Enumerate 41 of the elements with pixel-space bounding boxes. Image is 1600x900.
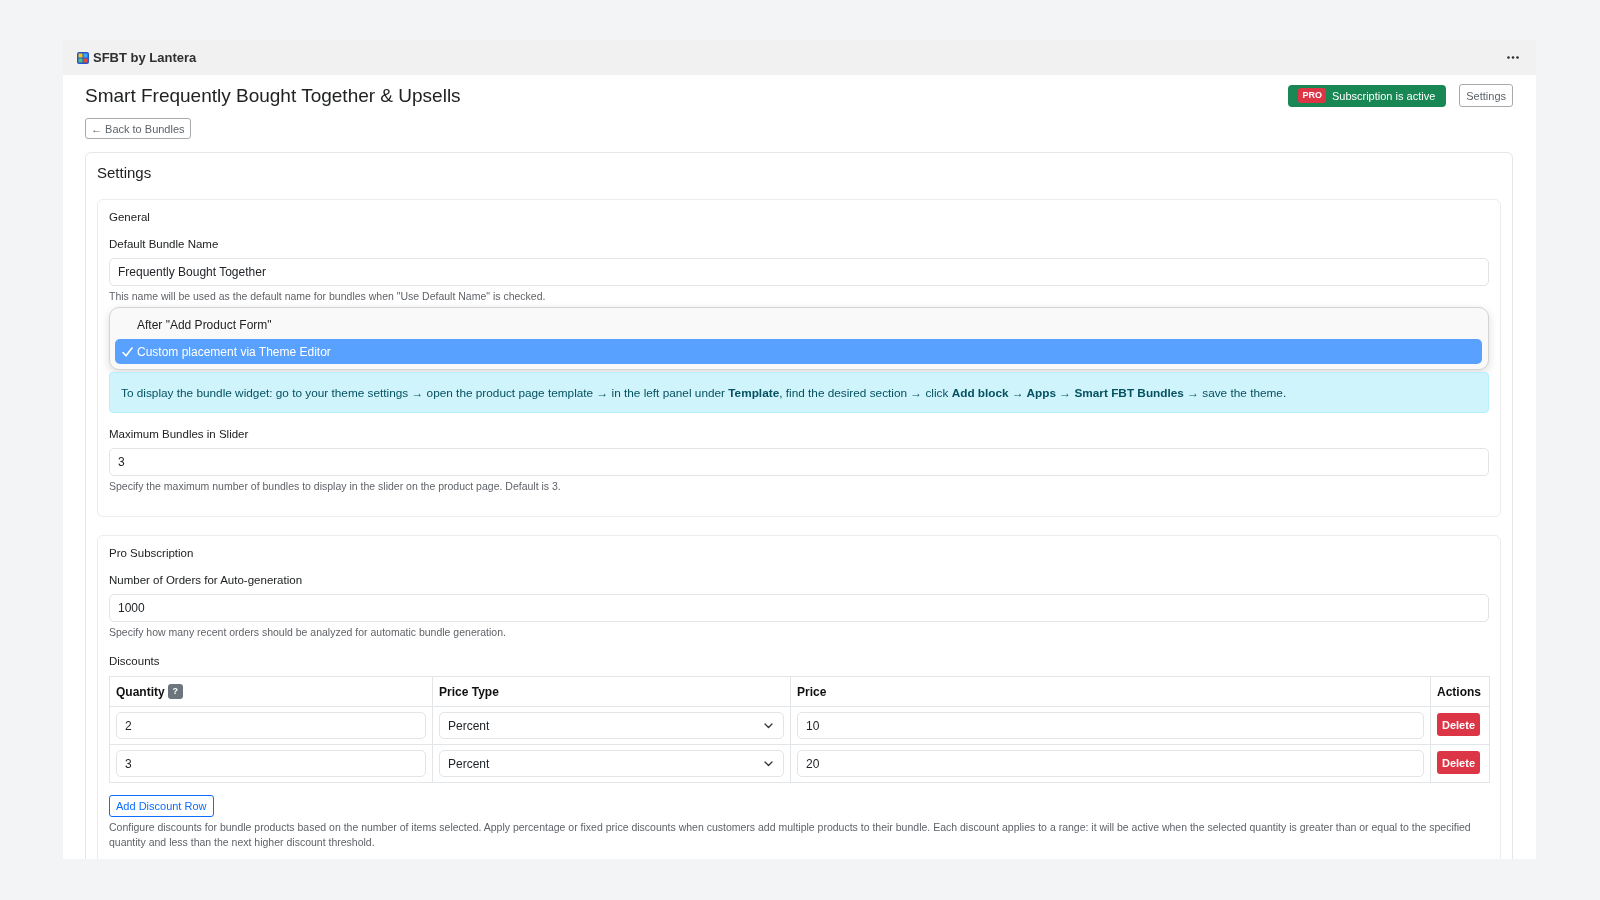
- help-text: Configure discounts for bundle products based on the number of items selected. Apply percentage or fixed price discounts when customers add multiple products to their bundle. Each discount applies to a range: it will be active when the selected quantity is greater than or equal to the specified quantity and less than the next higher discount threshold.: [109, 820, 1472, 850]
- app-logo-icon: [77, 51, 89, 64]
- field-label: Discounts: [109, 654, 161, 669]
- dropdown-option[interactable]: After "Add Product Form": [115, 312, 1482, 337]
- field-label: Number of Orders for Auto-generation: [109, 573, 304, 588]
- help-text: Specify how many recent orders should be analyzed for automatic bundle generation.: [109, 626, 507, 639]
- pro-badge: PRO: [1298, 88, 1326, 103]
- back-button[interactable]: ← Back to Bundles: [85, 118, 191, 139]
- field-label: Default Bundle Name: [109, 237, 220, 252]
- help-icon[interactable]: ?: [167, 684, 183, 700]
- page-title: Smart Frequently Bought Together & Upsells: [85, 84, 461, 107]
- column-header: Actions: [1437, 684, 1481, 699]
- more-icon[interactable]: [1507, 56, 1519, 59]
- help-text: This name will be used as the default name for bundles when "Use Default Name" is checked.: [109, 290, 547, 303]
- check-icon: [122, 346, 133, 357]
- subscription-status: Subscription is active: [1331, 89, 1436, 102]
- text-input[interactable]: 1000: [109, 594, 1489, 622]
- column-header: Price Type: [439, 684, 499, 699]
- card-title: Settings: [97, 164, 153, 182]
- info-alert: To display the bundle widget: go to your theme settings → open the product page template → in the left panel under Template, find the desired section → click Add block → Apps → Smart FBT Bundles → save the theme.: [109, 372, 1489, 413]
- field-label: Maximum Bundles in Slider: [109, 427, 250, 442]
- quantity-input[interactable]: 2: [116, 712, 426, 739]
- price-type-select[interactable]: Percent: [439, 712, 784, 739]
- add-row-button[interactable]: Add Discount Row: [109, 795, 214, 817]
- section-title: General: [109, 210, 151, 225]
- section-title: Pro Subscription: [109, 546, 195, 561]
- app-title: SFBT by Lantera: [93, 50, 197, 65]
- help-text: Specify the maximum number of bundles to display in the slider on the product page. Default is 3.: [109, 480, 562, 493]
- text-input[interactable]: Frequently Bought Together: [109, 258, 1489, 286]
- column-header: Price: [797, 684, 827, 699]
- price-input[interactable]: 20: [797, 750, 1424, 777]
- delete-button[interactable]: Delete: [1437, 751, 1481, 774]
- settings-button[interactable]: Settings: [1459, 84, 1513, 107]
- price-type-select[interactable]: Percent: [439, 750, 784, 777]
- delete-button[interactable]: Delete: [1437, 713, 1481, 736]
- price-input[interactable]: 10: [797, 712, 1424, 739]
- chevron-down-icon: [764, 722, 773, 729]
- column-header: Quantity: [116, 684, 165, 699]
- quantity-input[interactable]: 3: [116, 750, 426, 777]
- chevron-down-icon: [764, 760, 773, 767]
- text-input[interactable]: 3: [109, 448, 1489, 476]
